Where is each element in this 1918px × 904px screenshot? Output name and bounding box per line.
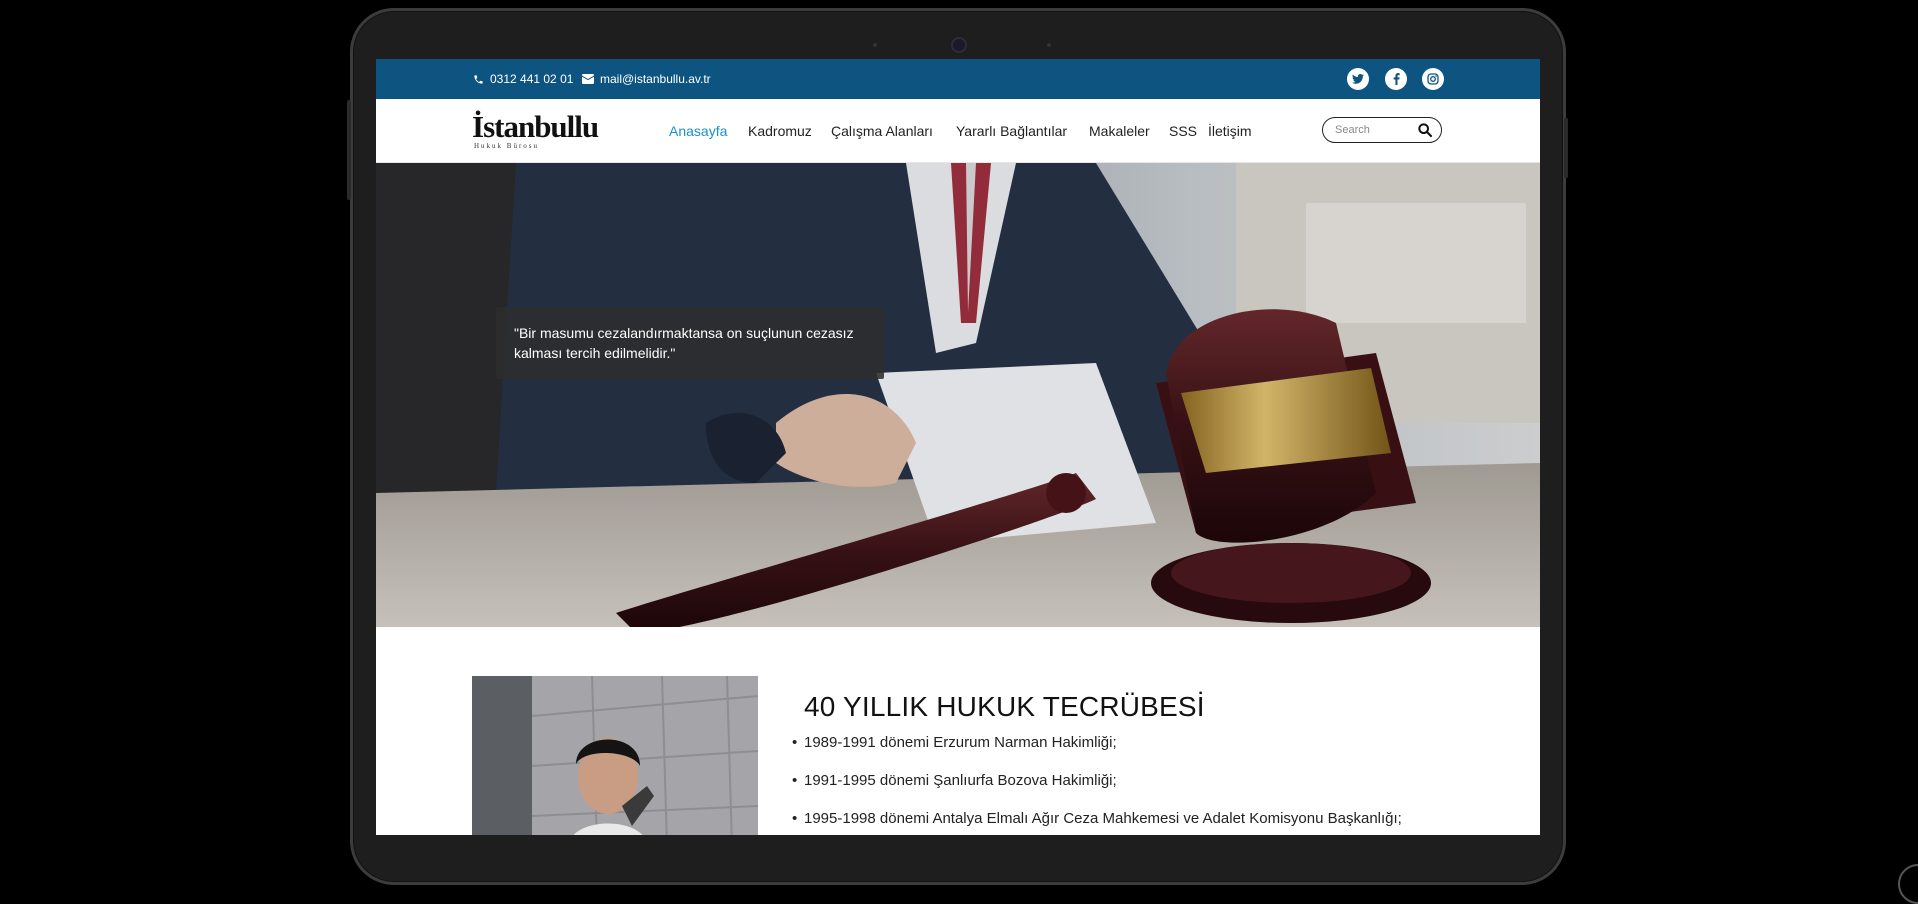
search-icon[interactable]	[1417, 122, 1433, 138]
lawyer-portrait	[472, 676, 758, 835]
career-list: 1989-1991 dönemi Erzurum Narman Hakimliğ…	[792, 733, 1402, 835]
facebook-link[interactable]	[1385, 68, 1407, 90]
logo-subtitle: Hukuk Bürosu	[474, 142, 540, 150]
logo-wordmark: İstanbullu	[472, 109, 599, 144]
search-box	[1322, 117, 1442, 143]
hero-image-gavel	[376, 163, 1540, 627]
browser-viewport: 0312 441 02 01 mail@istanbullu.av.tr İst…	[376, 59, 1540, 835]
nav-item-kadromuz[interactable]: Kadromuz	[748, 99, 812, 163]
list-item: 1995-1998 dönemi Antalya Elmalı Ağır Cez…	[792, 809, 1402, 835]
email-address: mail@istanbullu.av.tr	[600, 72, 711, 86]
nav-item-iletisim[interactable]: İletişim	[1208, 99, 1252, 163]
list-item: 1989-1991 dönemi Erzurum Narman Hakimliğ…	[792, 733, 1402, 771]
email-contact[interactable]: mail@istanbullu.av.tr	[582, 59, 711, 99]
sensor-dot	[1047, 43, 1051, 47]
hero-quote: "Bir masumu cezalandırmaktansa on suçlun…	[496, 307, 884, 379]
about-section: 40 YILLIK HUKUK TECRÜBESİ 1989-1991 döne…	[376, 627, 1540, 835]
nav-item-calisma-alanlari[interactable]: Çalışma Alanları	[831, 99, 933, 163]
hero-banner: "Bir masumu cezalandırmaktansa on suçlun…	[376, 163, 1540, 627]
side-button	[1564, 118, 1568, 178]
scroll-button[interactable]	[1898, 864, 1918, 904]
contact-topbar: 0312 441 02 01 mail@istanbullu.av.tr	[376, 59, 1540, 99]
front-camera	[951, 37, 967, 53]
instagram-icon	[1427, 73, 1439, 85]
nav-item-yararli-baglantilar[interactable]: Yararlı Bağlantılar	[956, 99, 1067, 163]
sensor-dot	[873, 43, 877, 47]
side-button	[347, 100, 351, 200]
main-navbar: İstanbullu Hukuk Bürosu Anasayfa Kadromu…	[376, 99, 1540, 163]
twitter-icon	[1352, 74, 1364, 84]
facebook-icon	[1393, 73, 1400, 85]
nav-item-sss[interactable]: SSS	[1169, 99, 1197, 163]
site-logo[interactable]: İstanbullu Hukuk Bürosu	[472, 109, 599, 153]
envelope-icon	[582, 74, 594, 84]
nav-item-makaleler[interactable]: Makaleler	[1089, 99, 1150, 163]
list-item: 1991-1995 dönemi Şanlıurfa Bozova Hakiml…	[792, 771, 1402, 809]
nav-item-anasayfa[interactable]: Anasayfa	[669, 99, 727, 163]
instagram-link[interactable]	[1422, 68, 1444, 90]
phone-contact[interactable]: 0312 441 02 01	[473, 59, 573, 99]
twitter-link[interactable]	[1347, 68, 1369, 90]
phone-number: 0312 441 02 01	[490, 72, 574, 86]
section-title: 40 YILLIK HUKUK TECRÜBESİ	[804, 691, 1205, 722]
lawyer-photo	[472, 676, 758, 835]
phone-icon	[474, 74, 483, 84]
search-input[interactable]	[1335, 122, 1415, 138]
